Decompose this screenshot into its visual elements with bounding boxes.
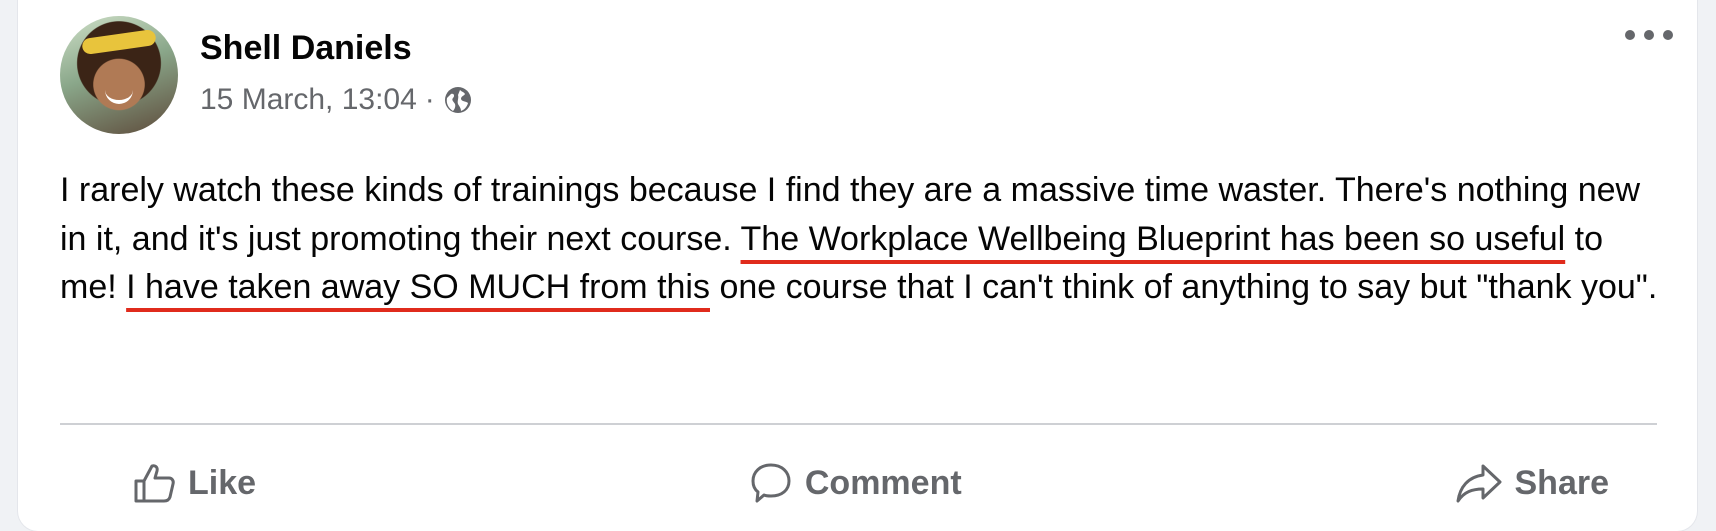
comment-bubble-icon — [751, 463, 791, 503]
more-options-icon[interactable] — [1621, 20, 1677, 50]
post-actions-bar: Like Comment Share — [60, 445, 1657, 521]
post-timestamp[interactable]: 15 March, 13:04 — [200, 80, 417, 120]
like-button[interactable]: Like — [100, 455, 288, 511]
globe-icon[interactable] — [443, 85, 473, 115]
like-label: Like — [188, 463, 257, 502]
comment-button[interactable]: Comment — [717, 455, 994, 511]
actions-divider — [60, 423, 1657, 425]
post-card: Shell Daniels 15 March, 13:04 · I rarely… — [18, 0, 1697, 531]
post-subline: 15 March, 13:04 · — [200, 80, 473, 120]
underlined-phrase: The Workplace Wellbeing Blueprint has be… — [740, 219, 1566, 258]
post-text-segment: one course that I can't think of anythin… — [710, 268, 1658, 306]
avatar[interactable] — [60, 16, 178, 134]
author-name[interactable]: Shell Daniels — [200, 26, 473, 70]
post-body: I rarely watch these kinds of trainings … — [60, 166, 1660, 312]
comment-label: Comment — [804, 463, 962, 502]
post-header: Shell Daniels 15 March, 13:04 · — [60, 16, 473, 136]
post-meta: Shell Daniels 15 March, 13:04 · — [200, 16, 473, 120]
share-arrow-icon — [1456, 464, 1501, 503]
share-button[interactable]: Share — [1423, 455, 1642, 511]
avatar-headband — [81, 28, 157, 56]
thumbs-up-icon — [134, 464, 175, 503]
underlined-phrase: I have taken away SO MUCH from this — [126, 268, 710, 306]
separator-dot: · — [424, 83, 435, 116]
avatar-smile — [105, 88, 133, 104]
share-label: Share — [1514, 463, 1610, 502]
